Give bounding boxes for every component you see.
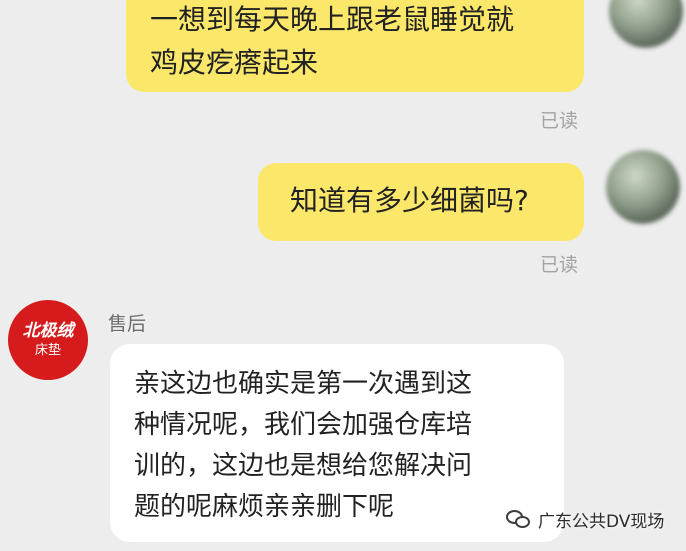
outgoing-message-bubble[interactable]: 一想到每天晚上跟老鼠睡觉就 鸡皮疙瘩起来 <box>126 0 584 92</box>
sender-name: 售后 <box>108 313 147 335</box>
message-text-line: 训的，这边也是想给您解决问 <box>134 451 473 481</box>
wechat-icon <box>506 509 532 530</box>
outgoing-message-bubble[interactable]: 知道有多少细菌吗? <box>258 163 584 241</box>
message-text-line: 一想到每天晚上跟老鼠睡觉就 <box>150 3 515 36</box>
user-avatar[interactable] <box>609 0 683 48</box>
incoming-message-bubble[interactable]: 亲这边也确实是第一次遇到这 种情况呢，我们会加强仓库培 训的，这边也是想给您解决… <box>110 344 564 542</box>
message-text-line: 种情况呢，我们会加强仓库培 <box>134 410 473 440</box>
message-text-line: 鸡皮疙瘩起来 <box>150 46 319 79</box>
message-text-line: 知道有多少细菌吗? <box>290 184 529 217</box>
watermark: 广东公共DV现场 <box>506 507 664 532</box>
message-text-line: 亲这边也确实是第一次遇到这 <box>134 369 473 399</box>
user-avatar[interactable] <box>606 150 680 224</box>
read-status: 已读 <box>540 254 579 276</box>
store-avatar[interactable]: 北极绒 床垫 <box>8 300 88 380</box>
watermark-text: 广东公共DV现场 <box>538 512 665 532</box>
read-status: 已读 <box>540 110 579 132</box>
store-logo-text: 北极绒 <box>22 321 74 341</box>
message-text-line: 题的呢麻烦亲亲删下呢 <box>134 492 395 522</box>
store-logo-subtext: 床垫 <box>34 343 61 358</box>
